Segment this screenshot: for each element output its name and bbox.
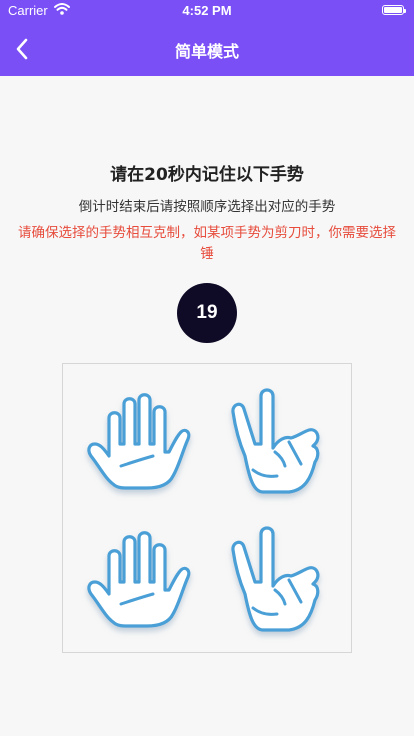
battery-icon <box>382 5 406 15</box>
open-hand-icon <box>87 531 191 628</box>
gesture-item <box>223 386 331 500</box>
page-title: 简单模式 <box>174 42 239 61</box>
nav-bar: 简单模式 <box>0 22 414 76</box>
open-hand-icon <box>87 393 191 490</box>
instruction-headline: 请在20秒内记住以下手势 <box>110 165 304 185</box>
countdown-badge: 19 <box>177 283 237 343</box>
gesture-item <box>223 524 331 638</box>
victory-hand-icon <box>231 388 320 494</box>
instruction-subline: 倒计时结束后请按照顺序选择出对应的手势 <box>78 199 336 215</box>
gesture-item <box>85 386 193 500</box>
status-bar: Carrier 4:52 PM <box>0 0 414 22</box>
status-time: 4:52 PM <box>182 3 232 18</box>
victory-hand-icon <box>231 526 320 632</box>
top-bar: Carrier 4:52 PM 简单模式 <box>0 0 414 76</box>
warning-text: 请确保选择的手势相互克制，如某项手势为剪刀时，你需要选择锤 <box>18 225 396 262</box>
gesture-grid <box>62 363 352 653</box>
gesture-item <box>85 524 193 638</box>
countdown-value: 19 <box>196 302 218 323</box>
